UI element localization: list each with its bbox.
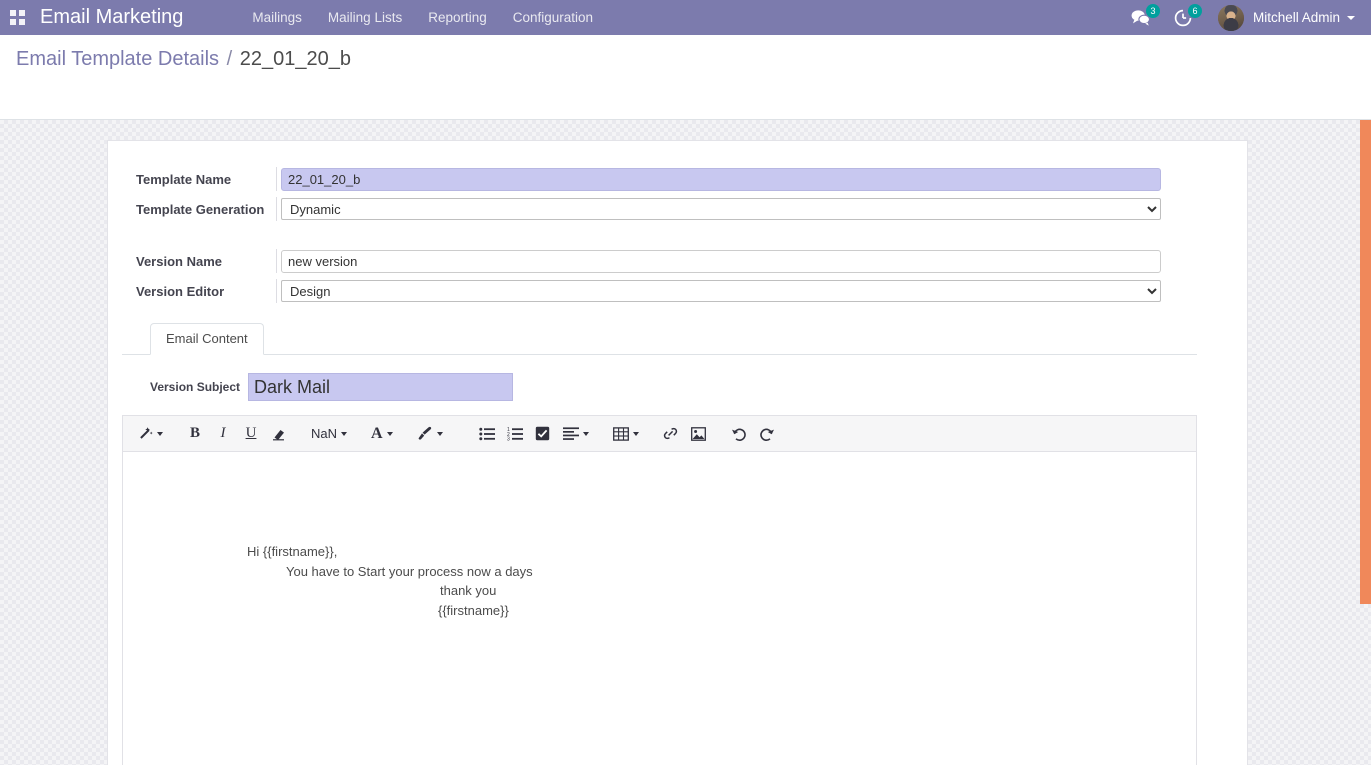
redo-icon[interactable] — [756, 421, 778, 447]
form-group-spacer — [108, 227, 1247, 249]
field-row-template-name: Template Name — [108, 167, 1247, 191]
user-menu-button[interactable]: Mitchell Admin — [1204, 0, 1361, 35]
mail-body-line: {{firstname}} — [438, 602, 509, 618]
activities-count-badge: 6 — [1187, 4, 1202, 18]
label-template-generation: Template Generation — [136, 201, 265, 217]
breadcrumb: Email Template Details / 22_01_20_b — [16, 48, 351, 71]
chevron-down-icon — [1347, 15, 1355, 20]
form-fields-group: Template Name Template Generation Dynami… — [108, 141, 1247, 303]
editor-content-area[interactable]: Hi {{firstname}}, You have to Start your… — [123, 452, 1196, 765]
nav-item-reporting[interactable]: Reporting — [415, 0, 500, 35]
image-icon[interactable] — [688, 421, 710, 447]
chevron-down-icon — [341, 431, 348, 436]
editor-toolbar: B I U NaN A 1 2 3 — [123, 416, 1196, 452]
ordered-list-icon[interactable]: 1 2 3 — [504, 421, 526, 447]
messages-count-badge: 3 — [1145, 4, 1160, 18]
html-editor: B I U NaN A 1 2 3 Hi {{firstname}}, You … — [122, 415, 1197, 765]
font-color-letter: A — [371, 424, 383, 442]
style-wand-icon[interactable] — [135, 421, 166, 447]
label-version-name: Version Name — [136, 253, 222, 269]
chevron-down-icon — [386, 431, 393, 436]
template-name-input[interactable] — [281, 167, 1161, 191]
main-nav-menu: Mailings Mailing Lists Reporting Configu… — [239, 0, 606, 35]
breadcrumb-separator: / — [226, 48, 233, 70]
mail-body-line: You have to Start your process now a day… — [286, 563, 533, 579]
activities-menu-button[interactable]: 6 — [1162, 0, 1204, 35]
form-sheet: Template Name Template Generation Dynami… — [107, 140, 1248, 765]
notebook-tabs: Email Content — [122, 323, 1197, 355]
field-row-template-generation: Template Generation Dynamic — [108, 197, 1247, 221]
apps-menu-toggle[interactable] — [0, 0, 34, 35]
apps-grid-icon — [9, 10, 25, 25]
chevron-down-icon — [436, 431, 443, 436]
breadcrumb-root[interactable]: Email Template Details — [16, 48, 219, 70]
chevron-down-icon — [157, 431, 163, 436]
navbar-right-group: 3 6 Mitchell Admin — [1119, 0, 1371, 35]
italic-icon[interactable]: I — [212, 421, 234, 447]
version-subject-input[interactable] — [248, 373, 514, 401]
template-generation-select[interactable]: Dynamic — [281, 198, 1161, 220]
remove-format-eraser-icon[interactable] — [268, 421, 290, 447]
version-editor-select[interactable]: Design — [281, 280, 1161, 302]
undo-icon[interactable] — [728, 421, 750, 447]
user-name-label: Mitchell Admin — [1252, 10, 1340, 25]
field-row-version-name: Version Name — [108, 249, 1247, 273]
font-color-icon[interactable]: A — [368, 421, 396, 447]
version-name-input[interactable] — [281, 249, 1161, 273]
label-template-name: Template Name — [136, 171, 232, 187]
version-subject-row: Version Subject — [122, 373, 1247, 401]
chevron-down-icon — [582, 431, 589, 436]
bold-icon[interactable]: B — [184, 421, 206, 447]
background-color-brush-icon[interactable] — [414, 421, 446, 447]
label-version-subject: Version Subject — [150, 380, 241, 394]
nav-item-mailings[interactable]: Mailings — [239, 0, 315, 35]
control-panel: Email Template Details / 22_01_20_b Save… — [0, 35, 1371, 150]
tab-email-content[interactable]: Email Content — [150, 323, 264, 355]
font-size-select[interactable]: NaN — [308, 421, 350, 447]
top-navbar: Email Marketing Mailings Mailing Lists R… — [0, 0, 1371, 35]
breadcrumb-current: 22_01_20_b — [239, 48, 351, 70]
link-icon[interactable] — [660, 421, 682, 447]
svg-text:3: 3 — [507, 436, 510, 440]
page-scrollbar-track[interactable] — [1360, 120, 1371, 765]
label-version-editor: Version Editor — [136, 283, 225, 299]
align-icon[interactable] — [560, 421, 592, 447]
chevron-down-icon — [632, 431, 639, 436]
nav-item-mailing-lists[interactable]: Mailing Lists — [315, 0, 415, 35]
app-brand-title[interactable]: Email Marketing — [34, 0, 189, 35]
messages-menu-button[interactable]: 3 — [1119, 0, 1162, 35]
user-avatar — [1217, 4, 1244, 31]
nav-item-configuration[interactable]: Configuration — [500, 0, 606, 35]
mail-body-line: Hi {{firstname}}, — [247, 544, 338, 559]
checklist-icon[interactable] — [532, 421, 554, 447]
underline-icon[interactable]: U — [240, 421, 262, 447]
mail-body-line: thank you — [440, 583, 497, 598]
unordered-list-icon[interactable] — [476, 421, 498, 447]
page-scrollbar-thumb[interactable] — [1360, 120, 1371, 604]
font-size-value: NaN — [311, 426, 338, 441]
table-icon[interactable] — [610, 421, 642, 447]
page-body: Template Name Template Generation Dynami… — [0, 120, 1371, 765]
field-row-version-editor: Version Editor Design — [108, 279, 1247, 303]
